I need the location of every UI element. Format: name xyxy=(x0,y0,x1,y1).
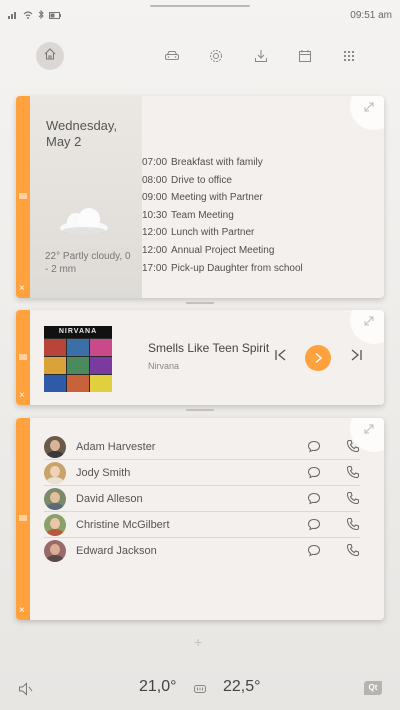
signal-icon xyxy=(8,10,18,22)
schedule-item[interactable]: 09:00 Meeting with Partner xyxy=(142,189,303,207)
expand-icon xyxy=(364,316,374,326)
home-icon xyxy=(43,47,57,66)
calendar-icon xyxy=(299,50,311,62)
car-button[interactable] xyxy=(164,48,180,64)
phone-icon[interactable] xyxy=(346,491,360,505)
drag-grip-icon[interactable] xyxy=(19,354,27,360)
status-bar: 09:51 am xyxy=(0,0,400,30)
contact-name: Jody Smith xyxy=(76,466,131,479)
expand-icon xyxy=(364,102,374,112)
contact-row[interactable]: David Alleson xyxy=(44,486,360,512)
message-icon[interactable] xyxy=(307,544,321,557)
close-widget-icon[interactable]: × xyxy=(19,284,25,294)
music-widget: × NIRVANA Smells Like Teen Spirit Nirvan… xyxy=(16,310,384,405)
album-art-label: NIRVANA xyxy=(44,326,112,338)
contact-name: Adam Harvester xyxy=(76,440,156,453)
schedule-list: 07:00 Breakfast with family 08:00 Drive to… xyxy=(142,154,303,277)
add-widget-button[interactable]: + xyxy=(194,634,202,650)
contact-row[interactable]: Christine McGilbert xyxy=(44,512,360,538)
contact-row[interactable]: Jody Smith xyxy=(44,460,360,486)
close-widget-icon[interactable]: × xyxy=(19,391,25,401)
contact-list: Adam Harvester Jody Smith David Alleson … xyxy=(44,434,360,564)
drag-grip-icon[interactable] xyxy=(19,515,27,521)
phone-icon[interactable] xyxy=(346,543,360,557)
avatar xyxy=(44,513,66,536)
message-icon[interactable] xyxy=(307,440,321,453)
calendar-widget: × Wednesday, May 2 22° Partly cloudy, 0 … xyxy=(16,96,384,298)
avatar xyxy=(44,487,66,510)
weather-summary: 22° Partly cloudy, 0 - 2 mm xyxy=(45,251,131,275)
album-art[interactable]: NIRVANA xyxy=(44,326,112,392)
phone-icon[interactable] xyxy=(346,517,360,531)
schedule-item[interactable]: 12:00 Annual Project Meeting xyxy=(142,242,303,260)
widget-resize-handle[interactable] xyxy=(186,302,214,304)
drag-grip-icon[interactable] xyxy=(19,193,27,199)
expand-widget-button[interactable] xyxy=(350,96,384,130)
schedule-item[interactable]: 08:00 Drive to office xyxy=(142,172,303,190)
message-icon[interactable] xyxy=(307,466,321,479)
message-icon[interactable] xyxy=(307,518,321,531)
contact-row[interactable]: Adam Harvester xyxy=(44,434,360,460)
calendar-date-panel: Wednesday, May 2 22° Partly cloudy, 0 - … xyxy=(30,96,142,298)
previous-track-button[interactable] xyxy=(274,348,288,367)
phone-icon[interactable] xyxy=(346,465,360,479)
avatar xyxy=(44,540,66,562)
expand-icon xyxy=(364,424,374,434)
schedule-item[interactable]: 12:00 Lunch with Partner xyxy=(142,224,303,242)
skip-back-icon xyxy=(275,349,286,361)
widget-resize-handle[interactable] xyxy=(186,409,214,411)
expand-widget-button[interactable] xyxy=(350,310,384,344)
apps-grid-icon xyxy=(344,51,354,61)
status-time: 09:51 am xyxy=(350,10,392,21)
contact-row[interactable]: Edward Jackson xyxy=(44,538,360,564)
avatar xyxy=(44,435,66,458)
calendar-button[interactable] xyxy=(297,48,313,64)
download-icon xyxy=(255,50,267,62)
settings-button[interactable] xyxy=(208,48,224,64)
cloud-icon xyxy=(60,208,108,235)
passenger-temperature[interactable]: 22,5° xyxy=(223,678,261,696)
widget-accent-bar: × xyxy=(16,310,30,405)
bluetooth-icon xyxy=(38,9,44,22)
schedule-item[interactable]: 10:30 Team Meeting xyxy=(142,207,303,225)
schedule-item[interactable]: 07:00 Breakfast with family xyxy=(142,154,303,172)
driver-temperature[interactable]: 21,0° xyxy=(139,678,177,696)
home-button[interactable] xyxy=(36,42,64,70)
car-icon xyxy=(165,51,179,60)
battery-icon xyxy=(49,10,61,22)
climate-bar: 21,0° 22,5° Qt xyxy=(0,668,400,710)
seat-heat-button[interactable] xyxy=(193,682,207,700)
top-drag-handle[interactable] xyxy=(150,5,250,7)
avatar xyxy=(44,461,66,484)
top-navigation xyxy=(0,40,400,74)
skip-forward-icon xyxy=(351,349,362,361)
schedule-item[interactable]: 17:00 Pick-up Daughter from school xyxy=(142,260,303,278)
calendar-date: Wednesday, May 2 xyxy=(46,118,118,149)
track-artist: Nirvana xyxy=(148,361,180,371)
play-icon xyxy=(315,352,323,364)
qt-logo: Qt xyxy=(364,681,382,695)
track-title: Smells Like Teen Spirit xyxy=(148,341,270,355)
speaker-icon xyxy=(19,682,33,696)
wifi-icon xyxy=(23,10,33,22)
play-button[interactable] xyxy=(305,345,331,371)
widget-accent-bar: × xyxy=(16,96,30,298)
contacts-widget: × Adam Harvester Jody Smith David Alleso… xyxy=(16,418,384,620)
volume-button[interactable] xyxy=(18,682,34,701)
contact-name: David Alleson xyxy=(76,492,143,505)
contact-name: Edward Jackson xyxy=(76,545,157,557)
apps-button[interactable] xyxy=(341,48,357,64)
next-track-button[interactable] xyxy=(349,348,363,367)
seat-heater-icon xyxy=(194,685,206,693)
download-button[interactable] xyxy=(253,48,269,64)
settings-icon xyxy=(210,50,222,62)
contact-name: Christine McGilbert xyxy=(76,518,170,531)
close-widget-icon[interactable]: × xyxy=(19,606,25,616)
widget-accent-bar: × xyxy=(16,418,30,620)
message-icon[interactable] xyxy=(307,492,321,505)
